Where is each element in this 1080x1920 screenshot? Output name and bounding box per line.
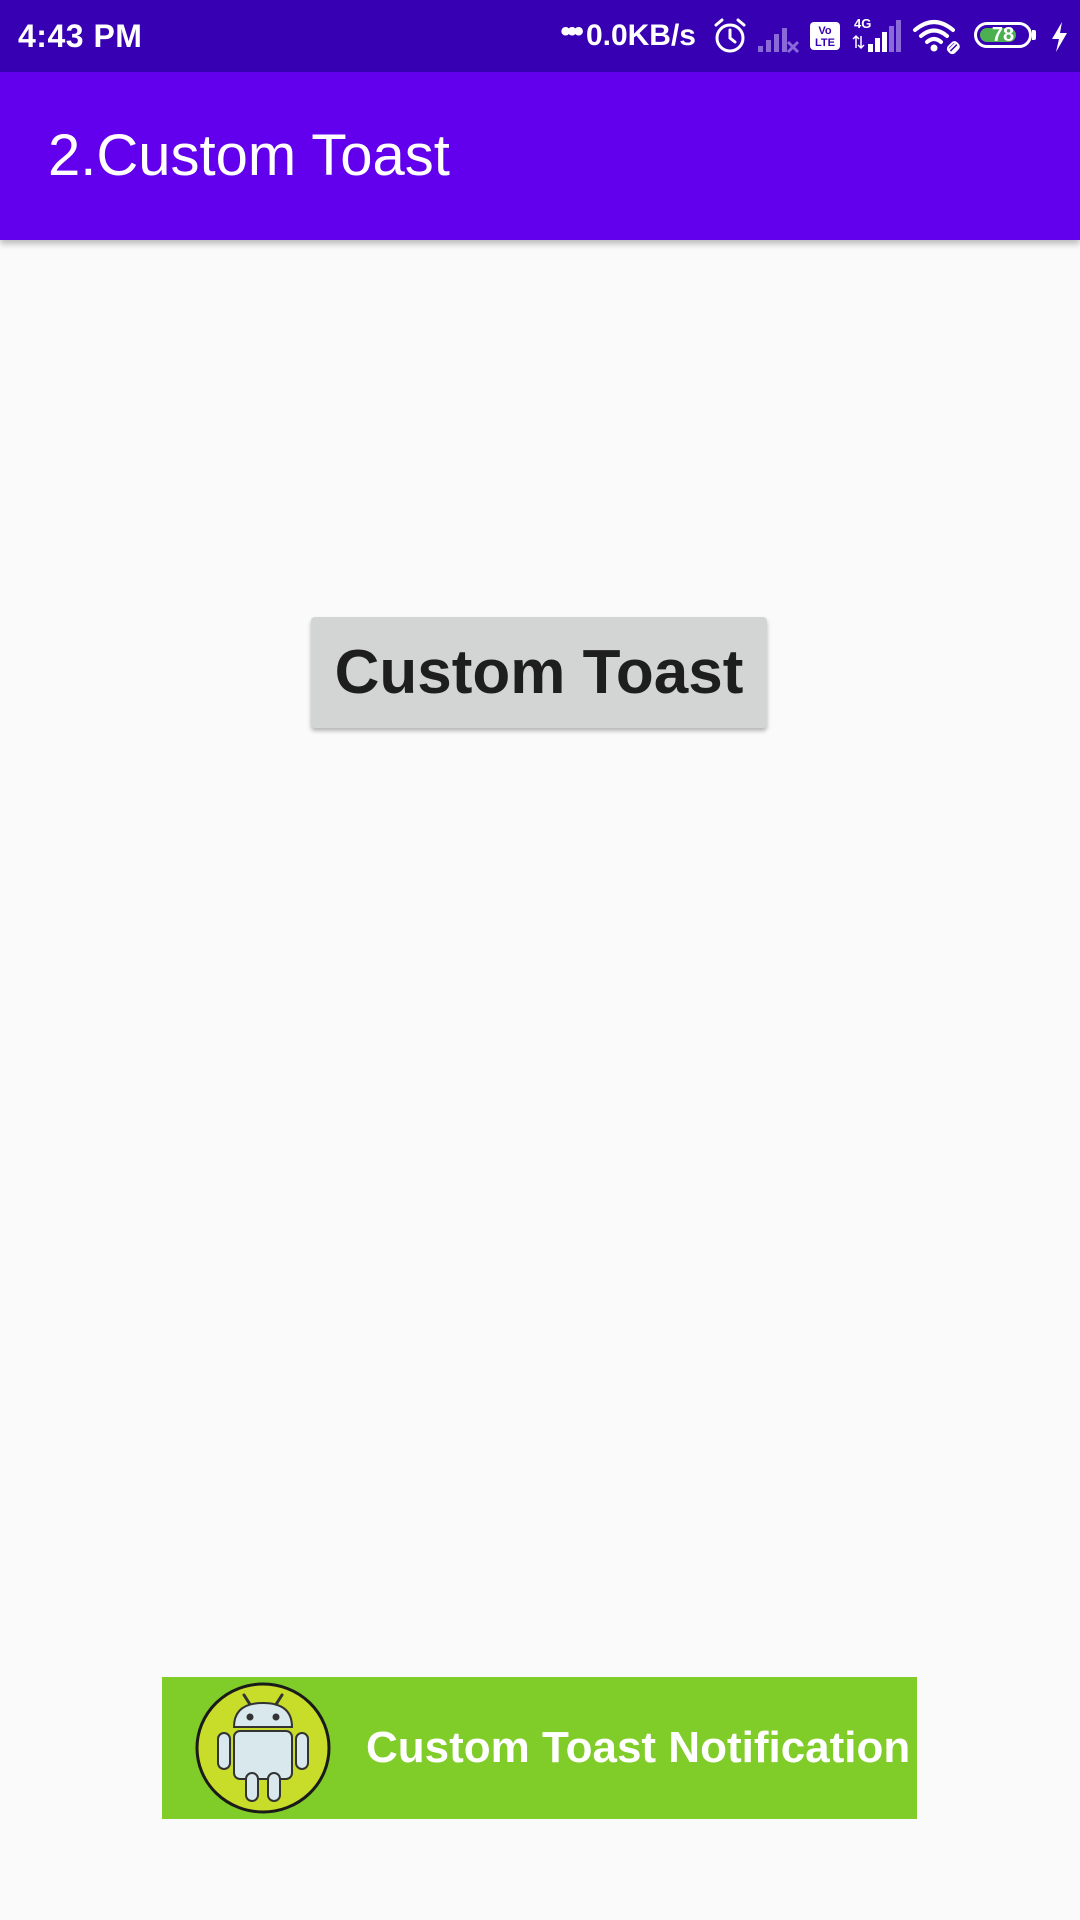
battery-level: 78 xyxy=(991,24,1015,46)
app-bar: 2.Custom Toast xyxy=(0,72,1080,240)
toast-message: Custom Toast Notification xyxy=(366,1723,911,1772)
custom-toast-button[interactable]: Custom Toast xyxy=(311,617,767,728)
no-signal-icon xyxy=(756,14,800,58)
status-bar: 4:43 PM ••• 0.0KB/s Vo LTE 4G 78 xyxy=(0,0,1080,72)
network-speed: 0.0KB/s xyxy=(585,19,696,52)
volte-icon: Vo LTE xyxy=(808,14,842,58)
wifi-icon xyxy=(912,14,962,58)
status-time: 4:43 PM xyxy=(18,18,143,54)
4g-signal-icon: 4G xyxy=(850,14,904,58)
android-robot-icon xyxy=(194,1681,332,1815)
toast-notification: Custom Toast Notification xyxy=(162,1677,917,1819)
alarm-icon xyxy=(712,14,748,58)
battery-icon: 78 xyxy=(974,19,1040,53)
page-title: 2.Custom Toast xyxy=(48,123,450,188)
network-activity-dots: ••• xyxy=(560,15,583,48)
charging-icon xyxy=(1048,14,1070,58)
svg-text:LTE: LTE xyxy=(815,37,835,49)
status-icons: ••• 0.0KB/s Vo LTE 4G 78 xyxy=(560,14,1070,58)
svg-text:Vo: Vo xyxy=(818,25,832,37)
svg-text:4G: 4G xyxy=(854,16,871,31)
